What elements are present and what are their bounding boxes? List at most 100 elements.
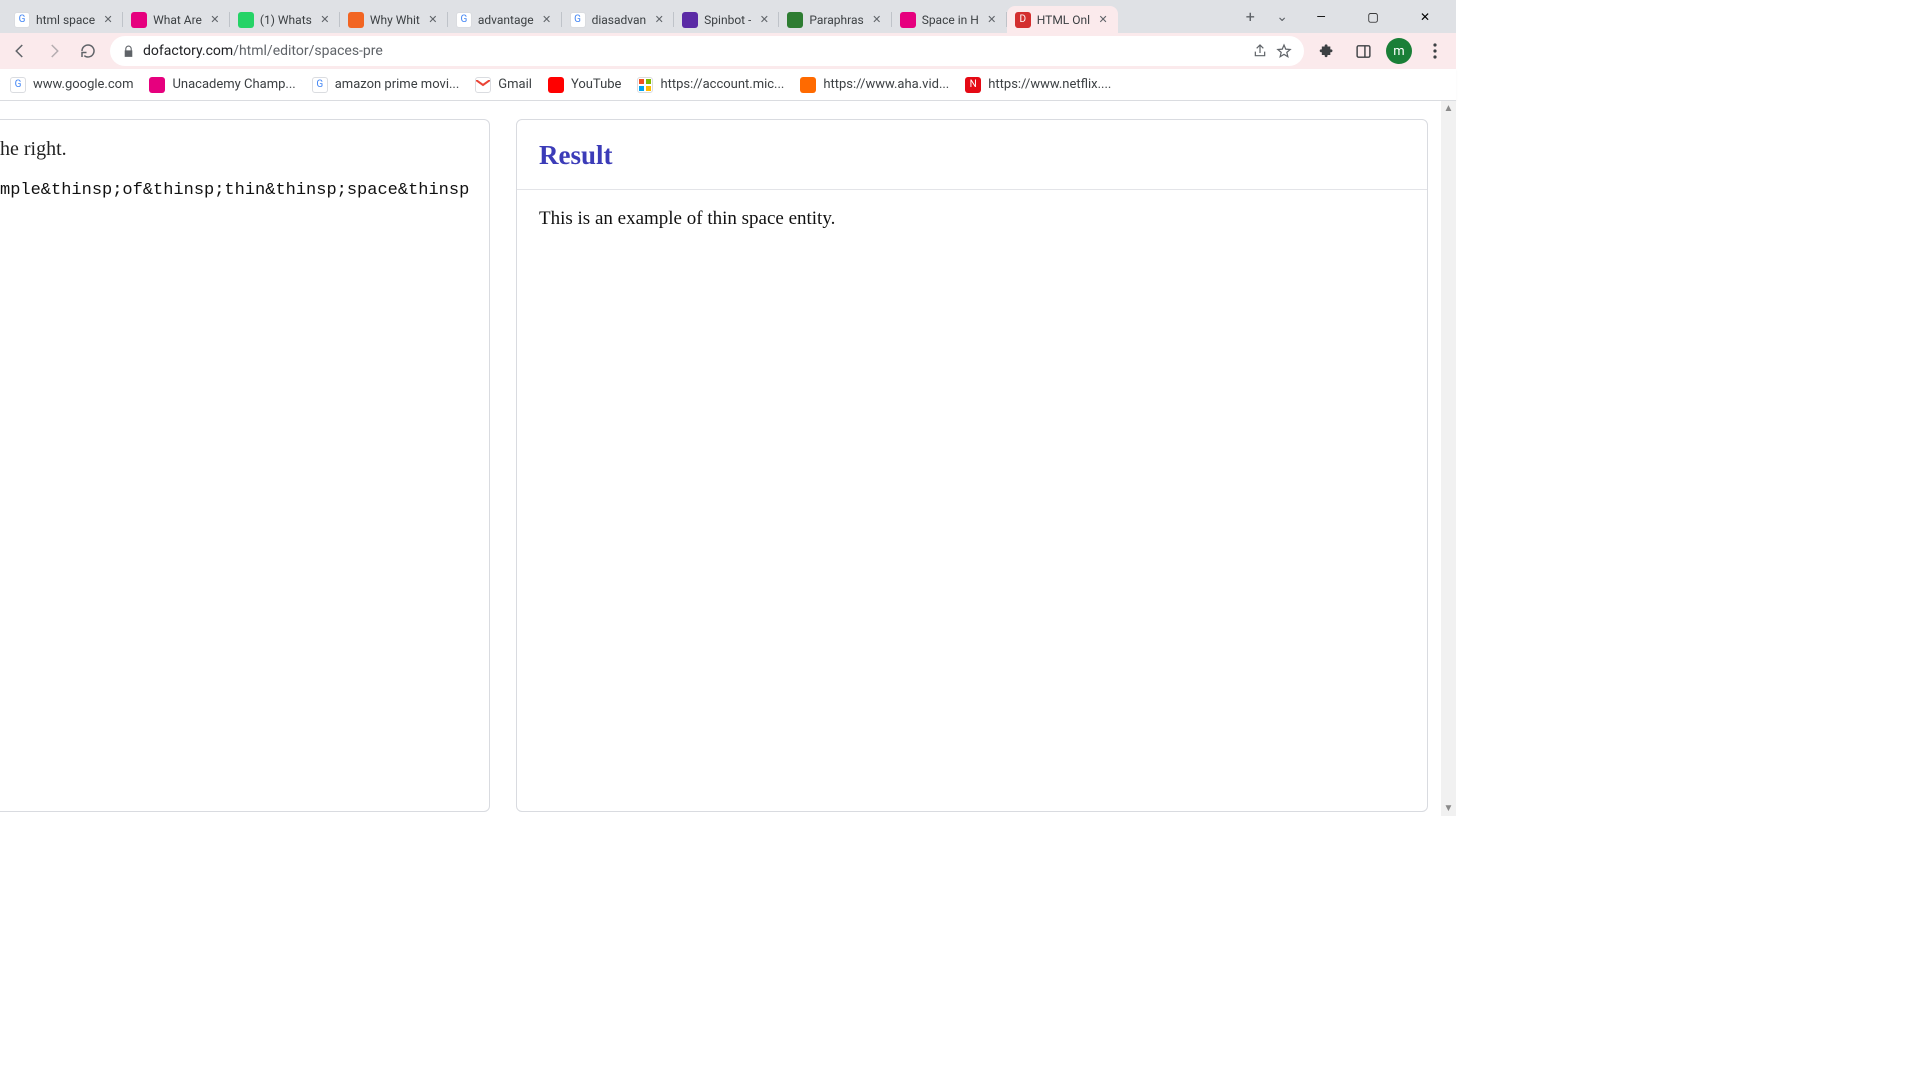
bookmark-favicon: G xyxy=(10,77,26,93)
bookmark-item[interactable]: Gmail xyxy=(475,77,532,93)
bookmark-title: Gmail xyxy=(498,77,532,92)
bookmark-title: YouTube xyxy=(571,77,622,92)
browser-toolbar: dofactory.com/html/editor/spaces-pre m xyxy=(0,33,1456,69)
reload-icon xyxy=(79,42,97,60)
bookmark-item[interactable]: Unacademy Champ... xyxy=(149,77,295,93)
browser-tab[interactable]: (1) Whats ✕ xyxy=(230,6,340,33)
kebab-icon xyxy=(1433,43,1437,59)
tab-title: Paraphras xyxy=(809,13,863,27)
profile-avatar[interactable]: m xyxy=(1386,38,1412,64)
tab-title: Space in H xyxy=(922,13,979,27)
window-close-button[interactable]: ✕ xyxy=(1406,10,1444,24)
tab-close-button[interactable]: ✕ xyxy=(426,13,440,27)
vertical-scrollbar[interactable]: ▲ ▼ xyxy=(1441,101,1456,816)
browser-tab[interactable]: Paraphras ✕ xyxy=(779,6,891,33)
browser-tab[interactable]: What Are ✕ xyxy=(123,6,230,33)
tab-title: HTML Onl xyxy=(1037,13,1090,27)
tab-close-button[interactable]: ✕ xyxy=(985,13,999,27)
bookmark-favicon: G xyxy=(312,77,328,93)
address-bar[interactable]: dofactory.com/html/editor/spaces-pre xyxy=(110,36,1304,66)
page-content: ▲ ▼ he right. mple&thinsp;of&thinsp;thin… xyxy=(0,101,1456,816)
browser-tab[interactable]: Why Whit ✕ xyxy=(340,6,448,33)
tab-favicon xyxy=(238,12,254,28)
window-maximize-button[interactable]: ▢ xyxy=(1354,10,1392,24)
editor-code-line[interactable]: mple&thinsp;of&thinsp;thin&thinsp;space&… xyxy=(0,175,489,200)
chrome-menu-button[interactable] xyxy=(1422,38,1448,64)
browser-tab[interactable]: Space in H ✕ xyxy=(892,6,1007,33)
tab-close-button[interactable]: ✕ xyxy=(870,13,884,27)
tab-favicon xyxy=(787,12,803,28)
tab-favicon xyxy=(348,12,364,28)
back-button[interactable] xyxy=(8,39,32,63)
tab-title: advantage xyxy=(478,13,534,27)
panel-icon xyxy=(1355,43,1372,60)
browser-tab[interactable]: D HTML Onl ✕ xyxy=(1007,6,1118,33)
bookmark-favicon xyxy=(637,77,653,93)
browser-tab[interactable]: Gadvantage ✕ xyxy=(448,6,562,33)
tab-close-button[interactable]: ✕ xyxy=(652,13,666,27)
browser-titlebar: Ghtml space ✕ What Are ✕ (1) Whats ✕ Why Whit ✕… xyxy=(0,0,1456,33)
forward-button[interactable] xyxy=(42,39,66,63)
lock-icon xyxy=(122,45,135,58)
bookmark-title: https://www.netflix.... xyxy=(988,77,1111,92)
tab-favicon: G xyxy=(570,12,586,28)
tab-favicon xyxy=(131,12,147,28)
browser-tab[interactable]: Ghtml space ✕ xyxy=(6,6,123,33)
tab-close-button[interactable]: ✕ xyxy=(540,13,554,27)
tab-title: diasadvan xyxy=(592,13,647,27)
result-body: This is an example of thin space entity. xyxy=(517,190,1427,248)
tab-close-button[interactable]: ✕ xyxy=(101,13,115,27)
tab-favicon: D xyxy=(1015,12,1031,28)
bookmark-title: amazon prime movi... xyxy=(335,77,460,92)
scroll-down-arrow[interactable]: ▼ xyxy=(1441,801,1456,816)
tab-close-button[interactable]: ✕ xyxy=(318,13,332,27)
tab-search-button[interactable]: ⌄ xyxy=(1276,9,1288,25)
tab-favicon: G xyxy=(456,12,472,28)
bookmark-title: https://www.aha.vid... xyxy=(823,77,949,92)
bookmark-item[interactable]: Gamazon prime movi... xyxy=(312,77,460,93)
browser-tab[interactable]: Gdiasadvan ✕ xyxy=(562,6,675,33)
window-minimize-button[interactable]: — xyxy=(1302,10,1340,24)
editor-hint-text: he right. xyxy=(0,120,489,175)
tab-favicon xyxy=(682,12,698,28)
bookmark-item[interactable]: Nhttps://www.netflix.... xyxy=(965,77,1111,93)
bookmark-favicon xyxy=(548,77,564,93)
new-tab-button[interactable]: + xyxy=(1236,0,1264,33)
puzzle-icon xyxy=(1319,43,1336,60)
tab-title: Why Whit xyxy=(370,13,420,27)
bookmark-item[interactable]: https://www.aha.vid... xyxy=(800,77,949,93)
share-icon[interactable] xyxy=(1252,43,1268,59)
tab-title: What Are xyxy=(153,13,202,27)
reload-button[interactable] xyxy=(76,39,100,63)
editor-pane[interactable]: he right. mple&thinsp;of&thinsp;thin&thi… xyxy=(0,119,490,812)
bookmark-favicon xyxy=(800,77,816,93)
bookmark-favicon: N xyxy=(965,77,981,93)
url-text: dofactory.com/html/editor/spaces-pre xyxy=(143,43,1244,59)
tab-favicon xyxy=(900,12,916,28)
tab-title: Spinbot - xyxy=(704,13,751,27)
tab-favicon: G xyxy=(14,12,30,28)
extensions-button[interactable] xyxy=(1314,38,1340,64)
side-panel-button[interactable] xyxy=(1350,38,1376,64)
tab-title: html space xyxy=(36,13,95,27)
arrow-right-icon xyxy=(45,42,63,60)
result-pane: Result This is an example of thin space … xyxy=(516,119,1428,812)
tab-strip: Ghtml space ✕ What Are ✕ (1) Whats ✕ Why Whit ✕… xyxy=(0,0,1236,33)
browser-tab[interactable]: Spinbot - ✕ xyxy=(674,6,779,33)
bookmark-item[interactable]: https://account.mic... xyxy=(637,77,784,93)
tab-close-button[interactable]: ✕ xyxy=(208,13,222,27)
result-header: Result xyxy=(517,120,1427,190)
bookmark-item[interactable]: YouTube xyxy=(548,77,622,93)
result-title: Result xyxy=(539,140,1405,171)
bookmark-item[interactable]: Gwww.google.com xyxy=(10,77,133,93)
tab-close-button[interactable]: ✕ xyxy=(1096,13,1110,27)
tab-close-button[interactable]: ✕ xyxy=(757,13,771,27)
bookmark-favicon xyxy=(475,77,491,93)
arrow-left-icon xyxy=(11,42,29,60)
titlebar-right: ⌄ — ▢ ✕ xyxy=(1264,0,1456,33)
scroll-up-arrow[interactable]: ▲ xyxy=(1441,101,1456,116)
tab-title: (1) Whats xyxy=(260,13,312,27)
bookmark-star-icon[interactable] xyxy=(1276,43,1292,59)
bookmarks-bar: Gwww.google.com Unacademy Champ... Gamazon… xyxy=(0,69,1456,101)
bookmark-title: https://account.mic... xyxy=(660,77,784,92)
